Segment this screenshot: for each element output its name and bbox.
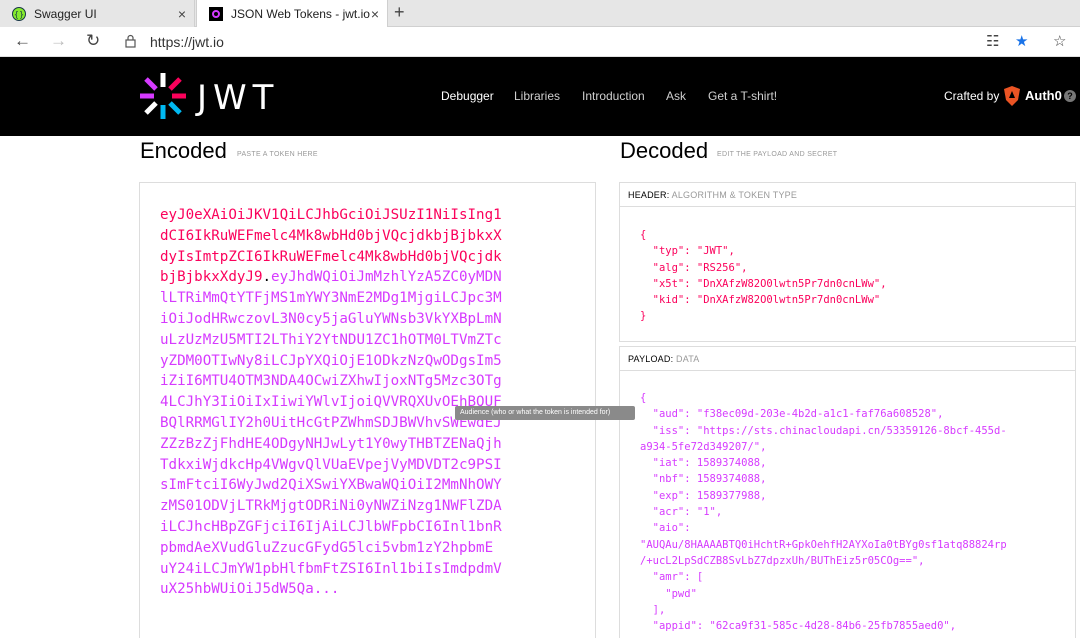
decoded-title: Decoded xyxy=(620,138,709,163)
token-payload-segment: eyJhdWQiOiJmMzhlYzA5ZC0yMDN lLTRiMmQtYTF… xyxy=(160,269,502,598)
auth0-shield-icon[interactable] xyxy=(1003,86,1021,106)
address-bar: ← → ↻ https://jwt.io ☷ ★ ☆ xyxy=(0,27,1080,57)
decoded-subtitle: EDIT THE PAYLOAD AND SECRET xyxy=(717,151,838,158)
jwt-logo-icon[interactable] xyxy=(138,71,188,121)
payload-label: PAYLOAD: xyxy=(628,354,674,364)
nav-introduction[interactable]: Introduction xyxy=(582,89,645,103)
jwt-logo-text[interactable]: JWT xyxy=(197,78,279,118)
token-dot-separator: . xyxy=(262,269,272,286)
back-icon[interactable]: ← xyxy=(14,31,31,51)
svg-text:{}: {} xyxy=(14,10,24,19)
browser-tab-strip: {} Swagger UI × JSON Web Tokens - jwt.io… xyxy=(0,0,1080,28)
nav-libraries[interactable]: Libraries xyxy=(514,89,560,103)
favorite-star-icon[interactable]: ★ xyxy=(1015,32,1028,50)
decoded-header-panel: HEADER: ALGORITHM & TOKEN TYPE { "typ": … xyxy=(619,182,1076,342)
payload-sublabel: DATA xyxy=(676,354,700,364)
crafted-by-label: Crafted by xyxy=(944,89,1000,103)
encoded-token-text[interactable]: eyJ0eXAiOiJKV1QiLCJhbGciOiJSUzI1NiIsIng1… xyxy=(160,205,580,600)
close-tab-icon[interactable]: × xyxy=(178,6,186,22)
payload-panel-title: PAYLOAD: DATA xyxy=(620,347,1075,371)
tab-swagger-ui[interactable]: {} Swagger UI × xyxy=(0,0,195,27)
tab-title: JSON Web Tokens - jwt.io xyxy=(231,7,370,21)
tab-title: Swagger UI xyxy=(34,6,97,21)
new-tab-button[interactable]: + xyxy=(394,2,405,23)
decoded-payload-panel: PAYLOAD: DATA { "aud": "f38ec09d-203e-4b… xyxy=(619,346,1076,638)
site-header: JWT Debugger Libraries Introduction Ask … xyxy=(0,57,1080,136)
translate-icon[interactable]: ☷ xyxy=(986,32,999,50)
lock-icon xyxy=(125,34,136,48)
nav-tshirt[interactable]: Get a T-shirt! xyxy=(708,89,777,103)
swagger-icon: {} xyxy=(12,6,26,21)
header-label: HEADER: xyxy=(628,190,670,200)
nav-debugger[interactable]: Debugger xyxy=(441,89,494,103)
payload-json-editor[interactable]: { "aud": "f38ec09d-203e-4b2d-a1c1-faf76a… xyxy=(640,390,1007,634)
url-input[interactable]: https://jwt.io xyxy=(150,34,224,50)
header-json-editor[interactable]: { "typ": "JWT", "alg": "RS256", "x5t": "… xyxy=(640,227,887,325)
forward-icon[interactable]: → xyxy=(50,31,67,51)
encoded-title: Encoded xyxy=(140,138,227,163)
encoded-subtitle: PASTE A TOKEN HERE xyxy=(237,151,318,158)
nav-ask[interactable]: Ask xyxy=(666,89,686,103)
claim-tooltip: Audience (who or what the token is inten… xyxy=(455,406,635,420)
auth0-brand[interactable]: Auth0 xyxy=(1025,88,1062,103)
refresh-icon[interactable]: ↻ xyxy=(86,31,100,51)
help-icon[interactable]: ? xyxy=(1064,90,1076,102)
header-sublabel: ALGORITHM & TOKEN TYPE xyxy=(671,190,798,200)
favorites-list-icon[interactable]: ☆ xyxy=(1053,32,1066,50)
tab-jwt-io[interactable]: JSON Web Tokens - jwt.io × xyxy=(196,0,388,28)
close-tab-icon[interactable]: × xyxy=(371,6,379,22)
jwt-favicon-icon xyxy=(209,7,223,21)
header-panel-title: HEADER: ALGORITHM & TOKEN TYPE xyxy=(620,183,1075,207)
